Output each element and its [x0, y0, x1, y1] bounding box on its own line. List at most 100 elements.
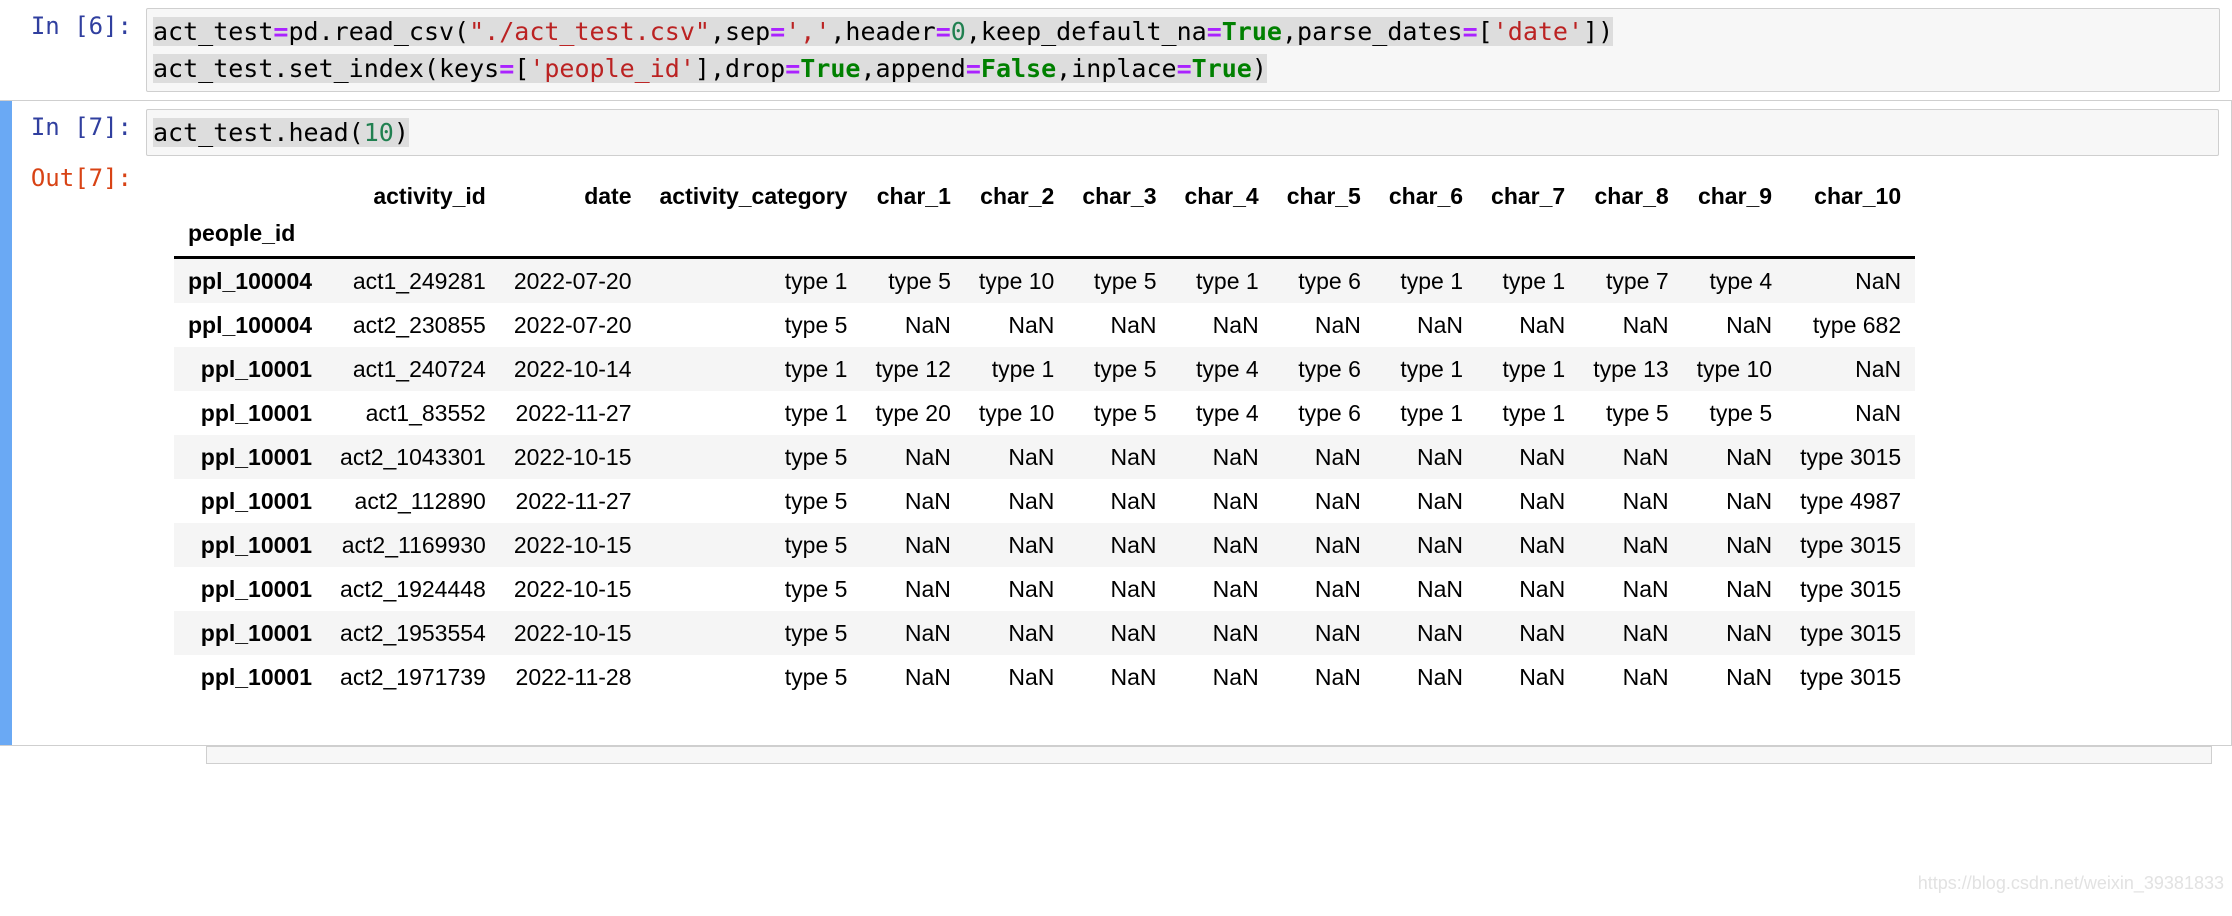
table-cell-char_4: NaN [1212, 664, 1259, 690]
table-cell-char_9: NaN [1726, 620, 1773, 646]
table-cell-char_2: type 10 [978, 400, 1055, 426]
index-row-spacer [861, 218, 964, 258]
dataframe-body: ppl_100004 act1_249281 2022-07-20 type 1 typ… [174, 257, 1916, 699]
input-prompt-label[interactable]: In [6]: [0, 8, 146, 45]
index-row-spacer [326, 218, 500, 258]
code-line[interactable]: act_test=pd.read_csv("./act_test.csv",se… [147, 13, 2219, 50]
column-header-char_2: char_2 [980, 183, 1055, 209]
table-cell-char_3: type 5 [1093, 400, 1157, 426]
table-cell-char_6: type 1 [1400, 356, 1464, 382]
table-row: ppl_10001 act2_1971739 2022-11-28 type 5 NaN… [174, 655, 1916, 699]
code-token-op: = [1176, 54, 1192, 83]
table-cell-char_10: NaN [1855, 356, 1902, 382]
table-cell-char_1: NaN [904, 620, 951, 646]
table-cell-activity_id: act2_1924448 [340, 576, 486, 602]
code-token-pun: [ [514, 54, 530, 83]
table-row: ppl_10001 act2_112890 2022-11-27 type 5 NaN N… [174, 479, 1916, 523]
table-cell-char_8: type 7 [1606, 268, 1669, 294]
code-input-area[interactable]: act_test=pd.read_csv("./act_test.csv",se… [146, 8, 2220, 92]
code-highlight: act_test.head(10) [153, 118, 409, 147]
table-cell-char_10: NaN [1855, 400, 1902, 426]
table-row: ppl_10001 act1_240724 2022-10-14 type 1 type… [174, 347, 1916, 391]
table-cell-char_5: NaN [1314, 312, 1361, 338]
table-cell-char_9: NaN [1726, 664, 1773, 690]
dataframe-header: activity_id date activity_category char_1 ch… [174, 174, 1916, 258]
table-cell-date: 2022-10-14 [513, 356, 632, 382]
notebook-cell[interactable]: In [7]: act_test.head(10) [0, 100, 2232, 160]
table-cell-char_6: NaN [1417, 576, 1464, 602]
code-token-pun: [ [1477, 17, 1493, 46]
table-cell-char_4: NaN [1212, 488, 1259, 514]
table-cell-char_2: NaN [1008, 444, 1055, 470]
table-cell-char_3: NaN [1110, 532, 1157, 558]
code-line[interactable]: act_test.set_index(keys=['people_id'],dr… [147, 50, 2219, 87]
table-cell-char_5: NaN [1314, 488, 1361, 514]
code-highlight: act_test=pd.read_csv("./act_test.csv",se… [153, 17, 1614, 46]
code-token-op: = [273, 17, 289, 46]
code-token-pun: ]) [1583, 17, 1614, 46]
table-cell-char_10: type 3015 [1800, 444, 1902, 470]
cell-body: act_test.head(10) [146, 109, 2219, 156]
table-cell-char_8: type 5 [1606, 400, 1669, 426]
next-cell-partial[interactable] [206, 746, 2212, 764]
table-cell-char_8: NaN [1622, 576, 1669, 602]
code-token-pun: pd.read_csv( [288, 17, 470, 46]
table-cell-char_9: type 5 [1709, 400, 1773, 426]
code-token-pun: act_test.set_index(keys [153, 54, 500, 83]
table-cell-char_4: NaN [1212, 532, 1259, 558]
table-cell-char_10: type 3015 [1800, 620, 1902, 646]
table-row: ppl_10001 act2_1953554 2022-10-15 type 5 NaN… [174, 611, 1916, 655]
code-token-pun: ],drop [694, 54, 786, 83]
table-cell-char_1: NaN [904, 664, 951, 690]
row-index-cell: ppl_10001 [200, 488, 313, 514]
code-token-kw: True [1221, 17, 1282, 46]
index-row-spacer [965, 218, 1068, 258]
table-cell-char_3: NaN [1110, 664, 1157, 690]
index-row-spacer [1375, 218, 1477, 258]
code-input-area[interactable]: act_test.head(10) [146, 109, 2219, 156]
table-cell-char_7: type 1 [1502, 268, 1566, 294]
column-header-char_8: char_8 [1594, 183, 1669, 209]
table-cell-char_8: NaN [1622, 444, 1669, 470]
table-cell-activity_id: act2_230855 [352, 312, 486, 338]
table-cell-activity_id: act2_1953554 [340, 620, 486, 646]
table-cell-char_8: NaN [1622, 312, 1669, 338]
table-cell-char_2: NaN [1008, 620, 1055, 646]
table-cell-char_8: type 13 [1593, 356, 1669, 382]
table-cell-char_7: NaN [1519, 444, 1566, 470]
table-cell-char_10: type 3015 [1800, 664, 1902, 690]
code-token-pun: ,keep_default_na [965, 17, 1207, 46]
table-cell-char_7: NaN [1519, 488, 1566, 514]
table-cell-char_8: NaN [1622, 488, 1669, 514]
code-line[interactable]: act_test.head(10) [147, 114, 2218, 151]
row-index-cell: ppl_10001 [200, 532, 313, 558]
code-token-pun: ,append [860, 54, 966, 83]
input-prompt-label[interactable]: In [7]: [0, 109, 146, 146]
table-row: ppl_10001 act2_1169930 2022-10-15 type 5 NaN… [174, 523, 1916, 567]
table-cell-activity_id: act2_1169930 [341, 532, 486, 558]
table-cell-char_4: NaN [1212, 444, 1259, 470]
table-cell-char_6: NaN [1417, 312, 1464, 338]
code-token-op: = [785, 54, 801, 83]
table-cell-char_9: NaN [1726, 576, 1773, 602]
table-cell-date: 2022-10-15 [513, 576, 632, 602]
code-token-pun: ) [393, 118, 409, 147]
notebook-cell[interactable]: In [6]: act_test=pd.read_csv("./act_test.… [0, 0, 2232, 100]
index-row-spacer [1683, 218, 1786, 258]
code-highlight: act_test.set_index(keys=['people_id'],dr… [153, 54, 1267, 83]
table-cell-char_1: type 20 [875, 400, 951, 426]
table-cell-char_8: NaN [1622, 620, 1669, 646]
table-row: ppl_10001 act2_1043301 2022-10-15 type 5 NaN… [174, 435, 1916, 479]
table-cell-char_1: NaN [904, 532, 951, 558]
code-token-op: = [770, 17, 786, 46]
table-cell-char_2: type 10 [978, 268, 1055, 294]
cell-selection-bar [0, 160, 12, 745]
code-token-kw: True [1191, 54, 1252, 83]
table-cell-activity_category: type 5 [784, 488, 848, 514]
table-row: ppl_100004 act2_230855 2022-07-20 type 5 NaN… [174, 303, 1916, 347]
column-header-date: date [584, 183, 632, 209]
table-cell-char_6: NaN [1417, 488, 1464, 514]
code-token-pun: ) [1251, 54, 1267, 83]
table-cell-char_3: NaN [1110, 444, 1157, 470]
output-prompt-label[interactable]: Out[7]: [0, 160, 146, 197]
